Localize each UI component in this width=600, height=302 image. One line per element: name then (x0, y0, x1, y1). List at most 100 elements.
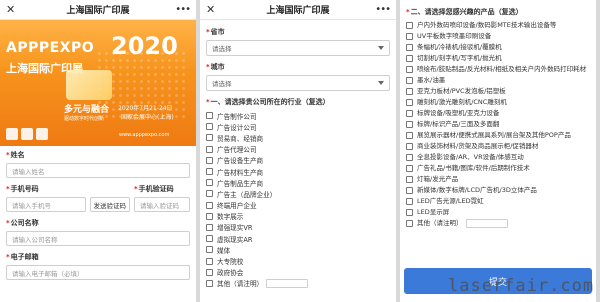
checkbox[interactable] (206, 246, 213, 254)
checkbox-option[interactable]: 切割机/刻字机/写字机/抛光机 (406, 53, 590, 64)
email-field-group: *电子邮箱 请输入电子邮箱（必填） (6, 252, 190, 280)
checkbox[interactable] (406, 66, 413, 73)
checkbox[interactable] (206, 235, 213, 243)
checkbox-option[interactable]: 广告材料生产商 (206, 166, 390, 177)
name-input[interactable]: 请输入姓名 (6, 163, 190, 178)
checkbox[interactable] (206, 257, 213, 265)
checkbox-option[interactable]: 政府协会 (206, 267, 390, 278)
contact-form: *姓名 请输入姓名 *手机号码 请输入手机号 发送验证码 *手机验证码 请输入验… (0, 150, 196, 286)
checkbox-option[interactable]: 广告礼品/书籍/图库/软件/后期制作技术 (406, 163, 590, 174)
checkbox-option[interactable]: 虚拟现实AR (206, 233, 390, 244)
checkbox-label: 大专院校 (217, 258, 244, 267)
checkbox-option[interactable]: 广告制作公司 (206, 110, 390, 121)
checkbox[interactable] (406, 99, 413, 106)
checkbox-label: 广告代理公司 (217, 146, 257, 155)
checkbox-option[interactable]: 新媒体/数字标牌/LCD广告机/3D立体产品 (406, 185, 590, 196)
checkbox[interactable] (406, 209, 413, 216)
more-icon[interactable]: ••• (175, 4, 191, 15)
name-label: *姓名 (6, 151, 25, 159)
checkbox-option[interactable]: 媒体 (206, 244, 390, 255)
checkbox-option[interactable]: 全息投影设备/AR、VR设备/体感互动 (406, 152, 590, 163)
checkbox-option[interactable]: 标牌设备/吸塑机/亚克力设备 (406, 108, 590, 119)
checkbox-label: 虚拟现实AR (217, 235, 253, 244)
checkbox[interactable] (406, 44, 413, 51)
checkbox-label: 广告礼品/书籍/图库/软件/后期制作技术 (417, 164, 530, 172)
other-specify-input[interactable] (266, 278, 309, 288)
checkbox[interactable] (206, 145, 213, 153)
checkbox[interactable] (206, 156, 213, 164)
phone-field-group: *手机号码 请输入手机号 发送验证码 (6, 184, 130, 212)
watermark: laserfair.com (448, 276, 595, 296)
checkbox-option[interactable]: 墨水/油墨 (406, 75, 590, 86)
code-label: *手机验证码 (134, 185, 174, 193)
checkbox-option[interactable]: 标牌/标识产品/三面及多面翻 (406, 119, 590, 130)
checkbox[interactable] (206, 212, 213, 220)
checkbox[interactable] (206, 223, 213, 231)
checkbox[interactable] (206, 179, 213, 187)
checkbox-option[interactable]: UV平板数字喷墨印刷设备 (406, 31, 590, 42)
checkbox-option[interactable]: 增强现实VR (206, 222, 390, 233)
checkbox-option[interactable]: 数字展示 (206, 211, 390, 222)
checkbox[interactable] (206, 123, 213, 131)
checkbox-option[interactable]: 其他（请注明） (206, 278, 390, 289)
checkbox[interactable] (206, 190, 213, 198)
checkbox[interactable] (406, 198, 413, 205)
checkbox[interactable] (406, 154, 413, 161)
checkbox-option[interactable]: 广告代理公司 (206, 144, 390, 155)
checkbox-option[interactable]: 户内外数码喷印设备/数码影MTE技术输出设备等 (406, 20, 590, 31)
send-code-button[interactable]: 发送验证码 (89, 197, 130, 212)
checkbox[interactable] (406, 143, 413, 150)
checkbox[interactable] (206, 201, 213, 209)
checkbox-option[interactable]: 其他（请注明） (406, 218, 590, 229)
checkbox[interactable] (206, 112, 213, 120)
checkbox[interactable] (406, 77, 413, 84)
required-mark: * (206, 63, 210, 71)
province-select[interactable]: 请选择 (206, 40, 390, 56)
code-input[interactable]: 请输入验证码 (134, 197, 190, 212)
company-input[interactable]: 请输入公司名称 (6, 231, 190, 246)
checkbox-option[interactable]: 喷绘布/胶贴制品/反光材料/相纸及相关户内外数码打印耗材 (406, 64, 590, 75)
checkbox[interactable] (206, 168, 213, 176)
phone-input[interactable]: 请输入手机号 (6, 197, 86, 212)
checkbox-label: 广告设计公司 (217, 123, 257, 132)
close-icon[interactable]: ✕ (206, 3, 215, 16)
checkbox-option[interactable]: 展览展示器材/便携式展具系列/展台架及其他POP产品 (406, 130, 590, 141)
checkbox-option[interactable]: 广告制品生产商 (206, 177, 390, 188)
checkbox-option[interactable]: 终端用户企业 (206, 200, 390, 211)
checkbox-option[interactable]: 大专院校 (206, 255, 390, 266)
checkbox-option[interactable]: 广告主（品牌企业） (206, 188, 390, 199)
city-select-value: 请选择 (212, 80, 232, 88)
checkbox-label: 雕刻机/激光雕刻机/CNC雕刻机 (417, 98, 507, 106)
other-specify-input[interactable] (465, 219, 508, 228)
checkbox[interactable] (206, 279, 213, 287)
checkbox[interactable] (406, 22, 413, 29)
checkbox[interactable] (406, 88, 413, 95)
checkbox[interactable] (206, 134, 213, 142)
checkbox-option[interactable]: 雕刻机/激光雕刻机/CNC雕刻机 (406, 97, 590, 108)
email-input[interactable]: 请输入电子邮箱（必填） (6, 265, 190, 280)
checkbox[interactable] (406, 121, 413, 128)
checkbox[interactable] (206, 268, 213, 276)
checkbox-option[interactable]: 贸易商、经销商 (206, 132, 390, 143)
checkbox-option[interactable]: 亚克力板材/PVC发泡板/铝塑板 (406, 86, 590, 97)
checkbox[interactable] (406, 132, 413, 139)
checkbox[interactable] (406, 165, 413, 172)
checkbox-option[interactable]: 广告设备生产商 (206, 155, 390, 166)
checkbox-option[interactable]: 条幅机/冷裱机/接驳机/覆膜机 (406, 42, 590, 53)
checkbox[interactable] (406, 187, 413, 194)
close-icon[interactable]: ✕ (6, 3, 15, 16)
city-select[interactable]: 请选择 (206, 75, 390, 91)
checkbox-option[interactable]: 灯箱/发光产品 (406, 174, 590, 185)
checkbox[interactable] (406, 33, 413, 40)
more-icon[interactable]: ••• (375, 4, 391, 15)
checkbox-option[interactable]: 商业装饰材料/货架及商品展示柜/促销器材 (406, 141, 590, 152)
checkbox-option[interactable]: LED广告光源/LED霓虹 (406, 196, 590, 207)
checkbox-label: 广告设备生产商 (217, 157, 264, 166)
required-mark: * (206, 28, 210, 36)
checkbox[interactable] (406, 110, 413, 117)
checkbox[interactable] (406, 55, 413, 62)
checkbox-option[interactable]: LED显示屏 (406, 207, 590, 218)
checkbox-option[interactable]: 广告设计公司 (206, 121, 390, 132)
checkbox[interactable] (406, 220, 413, 227)
checkbox[interactable] (406, 176, 413, 183)
